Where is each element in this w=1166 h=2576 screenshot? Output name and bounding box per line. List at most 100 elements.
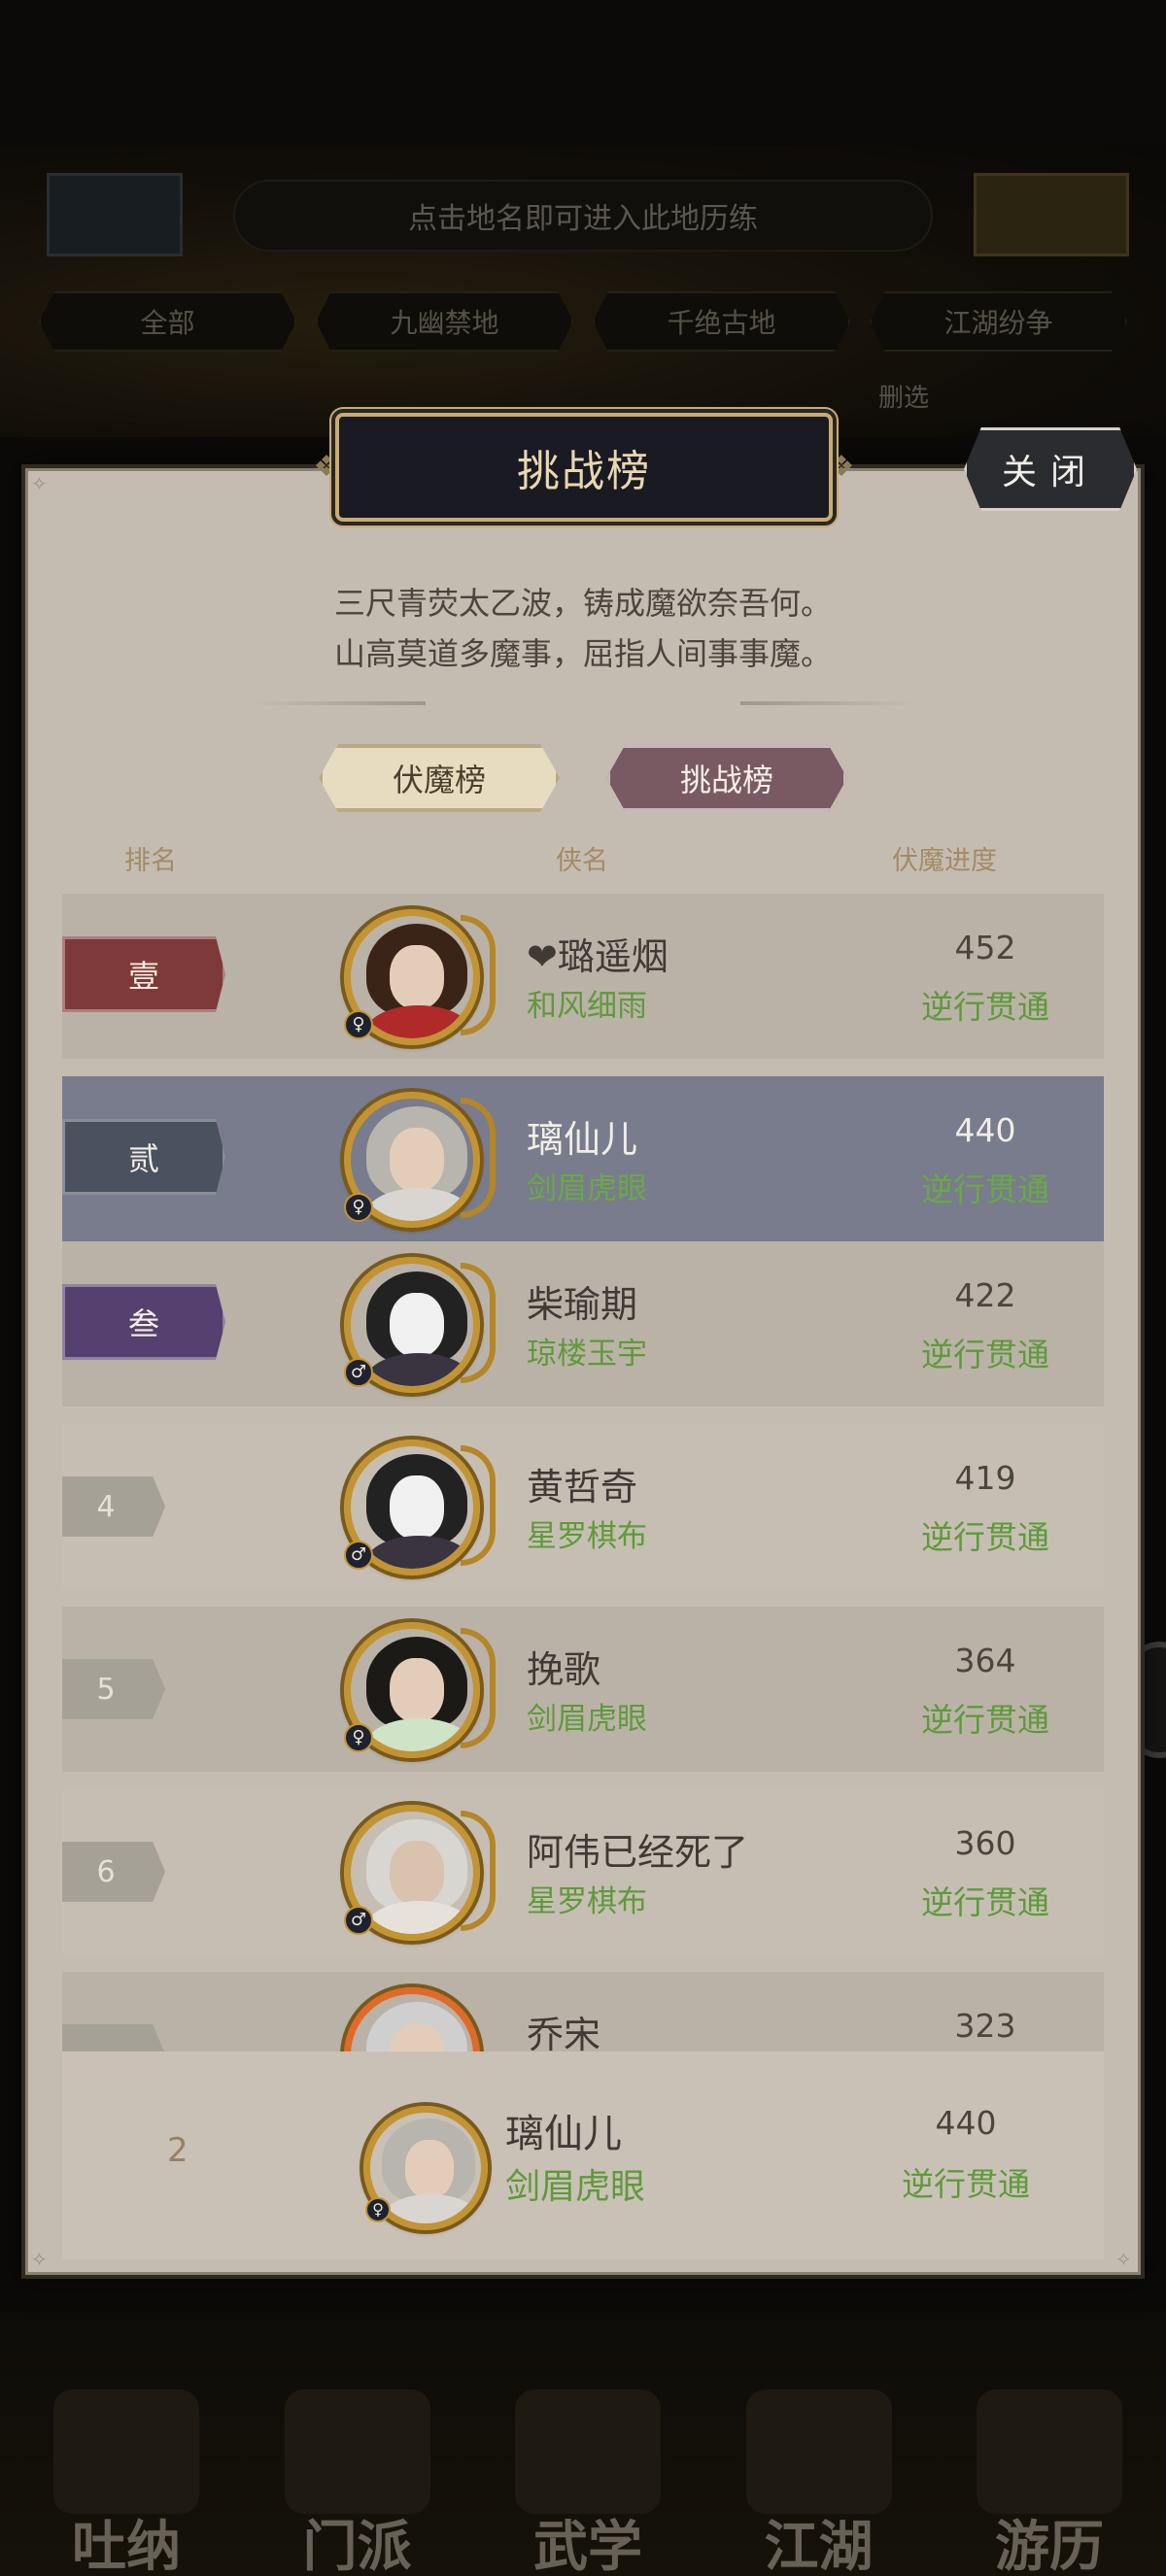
poem-line: 三尺青荧太乙波，铸成魔欲奈吾何。 [333, 585, 832, 622]
progress-label: 逆行贯通 [921, 1701, 1049, 1739]
nav-item: 武学 [491, 2390, 685, 2574]
player-title: 剑眉虎眼 [527, 1171, 647, 1206]
gender-icon: ♂ [344, 1358, 373, 1387]
my-score: 440 [935, 2104, 997, 2142]
score: 440 [954, 1111, 1016, 1149]
ranking-row[interactable]: 5 ♀ 挽歌 剑眉虎眼 364 逆行贯通 [62, 1607, 1104, 1772]
rank-badge: 贰 [62, 1119, 225, 1195]
corner-ornament-icon: ✧ [1115, 2248, 1132, 2271]
rank-badge: 6 [62, 1842, 165, 1902]
background-filter: 江湖纷争 [870, 291, 1127, 352]
gender-icon: ♀ [344, 1010, 373, 1039]
player-name: 挽歌 [527, 1648, 601, 1691]
player-title: 剑眉虎眼 [527, 1702, 647, 1737]
avatar-frame-ornament [461, 1628, 496, 1748]
my-player-name: 璃仙儿 [505, 2112, 622, 2156]
corner-ornament-icon: ✧ [31, 472, 48, 495]
rank-badge: 4 [62, 1476, 165, 1537]
poem-line: 山高莫道多魔事，屈指人间事事魔。 [333, 635, 832, 672]
background-filter-bar: 全部 九幽禁地 千绝古地 江湖纷争 [39, 291, 1127, 352]
nav-label: 吐纳 [72, 2515, 181, 2576]
score: 452 [954, 929, 1016, 966]
my-rank-position: 2 [167, 2131, 189, 2170]
player-name: 阿伟已经死了 [527, 1831, 749, 1874]
ranking-row[interactable]: 叁 ♂ 柴瑜期 琼楼玉宇 422 逆行贯通 [62, 1241, 1104, 1407]
divider-ornament [251, 701, 426, 705]
score: 364 [954, 1642, 1016, 1679]
progress-label: 逆行贯通 [921, 1518, 1049, 1556]
rank-badge: 壹 [62, 936, 225, 1012]
gender-icon: ♀ [344, 1723, 373, 1752]
tab-fumo-ranking[interactable]: 伏魔榜 [319, 744, 560, 812]
ranking-list[interactable]: 壹 ♀ ❤璐遥烟 和风细雨 452 逆行贯通 贰 ♀ 璃仙儿 剑眉虎眼 440 … [62, 894, 1104, 2051]
avatar-frame-ornament [461, 1445, 496, 1566]
ranking-row-highlighted[interactable]: 贰 ♀ 璃仙儿 剑眉虎眼 440 逆行贯通 [62, 1076, 1104, 1241]
title-plaque: 挑战榜 [335, 413, 833, 522]
ranking-row[interactable]: 4 ♂ 黄哲奇 星罗棋布 419 逆行贯通 [62, 1424, 1104, 1589]
player-title: 琼楼玉宇 [527, 1337, 647, 1372]
avatar-frame-ornament [461, 915, 496, 1035]
background-right-icon [974, 173, 1129, 256]
background-sub-label: 删选 [877, 384, 929, 413]
avatar-frame-ornament [461, 1098, 496, 1218]
divider-ornament [740, 701, 915, 705]
player-name: 柴瑜期 [527, 1283, 638, 1326]
nav-label: 武学 [533, 2515, 642, 2576]
ranking-row[interactable]: 6 ♂ 阿伟已经死了 星罗棋布 360 逆行贯通 [62, 1789, 1104, 1954]
gender-icon: ♀ [365, 2197, 391, 2222]
player-title: 星罗棋布 [527, 1519, 647, 1554]
nav-item: 游历 [952, 2390, 1147, 2574]
background-filter: 千绝古地 [593, 291, 850, 352]
avatar-frame-ornament [461, 1263, 496, 1383]
background-nav: 吐纳 门派 武学 江湖 游历 [29, 2390, 1147, 2574]
progress-label: 逆行贯通 [921, 988, 1049, 1026]
ranking-row[interactable]: 壹 ♀ ❤璐遥烟 和风细雨 452 逆行贯通 [62, 894, 1104, 1059]
background-filter: 九幽禁地 [316, 291, 573, 352]
nav-art [53, 2390, 199, 2514]
player-name: 黄哲奇 [527, 1466, 638, 1508]
rank-badge: 5 [62, 1659, 165, 1719]
gender-icon: ♀ [344, 1193, 373, 1222]
close-button[interactable]: 关闭 [964, 427, 1137, 511]
progress-label: 逆行贯通 [921, 1170, 1049, 1208]
player-name: 璃仙儿 [527, 1118, 638, 1161]
background-left-icon [47, 173, 183, 256]
nav-item: 门派 [260, 2390, 455, 2574]
player-name: ❤璐遥烟 [527, 935, 669, 978]
nav-label: 江湖 [764, 2515, 874, 2576]
nav-art [515, 2390, 661, 2514]
column-header-name: 侠名 [556, 846, 608, 876]
score: 422 [954, 1276, 1016, 1314]
rank-badge: 叁 [62, 1284, 225, 1360]
player-title: 星罗棋布 [527, 1884, 647, 1919]
avatar[interactable] [344, 1987, 480, 2051]
tab-challenge-ranking[interactable]: 挑战榜 [606, 744, 847, 812]
corner-ornament-icon: ✧ [31, 2248, 48, 2271]
nav-art [745, 2390, 892, 2514]
nav-label: 游历 [995, 2515, 1104, 2576]
progress-label: 逆行贯通 [921, 1883, 1049, 1921]
score: 419 [954, 1459, 1016, 1497]
gender-icon: ♂ [344, 1906, 373, 1935]
nav-item: 江湖 [722, 2390, 916, 2574]
gender-icon: ♂ [344, 1541, 373, 1570]
rank-badge [62, 2024, 165, 2051]
score: 323 [954, 2007, 1016, 2045]
column-header-rank: 排名 [124, 846, 177, 876]
score: 360 [954, 1824, 1016, 1862]
column-header-progress: 伏魔进度 [892, 846, 997, 876]
my-rank-row: 2 ♀ 璃仙儿 剑眉虎眼 440 逆行贯通 [62, 2051, 1104, 2259]
my-progress-label: 逆行贯通 [902, 2165, 1030, 2203]
player-name: 乔宋 [527, 2014, 601, 2051]
nav-art [284, 2390, 430, 2514]
nav-art [977, 2390, 1122, 2514]
nav-item: 吐纳 [29, 2390, 223, 2574]
background-hint-bar: 点击地名即可进入此地历练 [233, 180, 933, 252]
background-filter: 全部 [39, 291, 296, 352]
ranking-row-partial[interactable]: 乔宋 323 [62, 1972, 1104, 2051]
avatar-frame-ornament [461, 1811, 496, 1931]
progress-label: 逆行贯通 [921, 1336, 1049, 1373]
my-player-title: 剑眉虎眼 [505, 2167, 646, 2207]
modal-title: 挑战榜 [517, 447, 651, 496]
nav-label: 门派 [302, 2515, 412, 2576]
